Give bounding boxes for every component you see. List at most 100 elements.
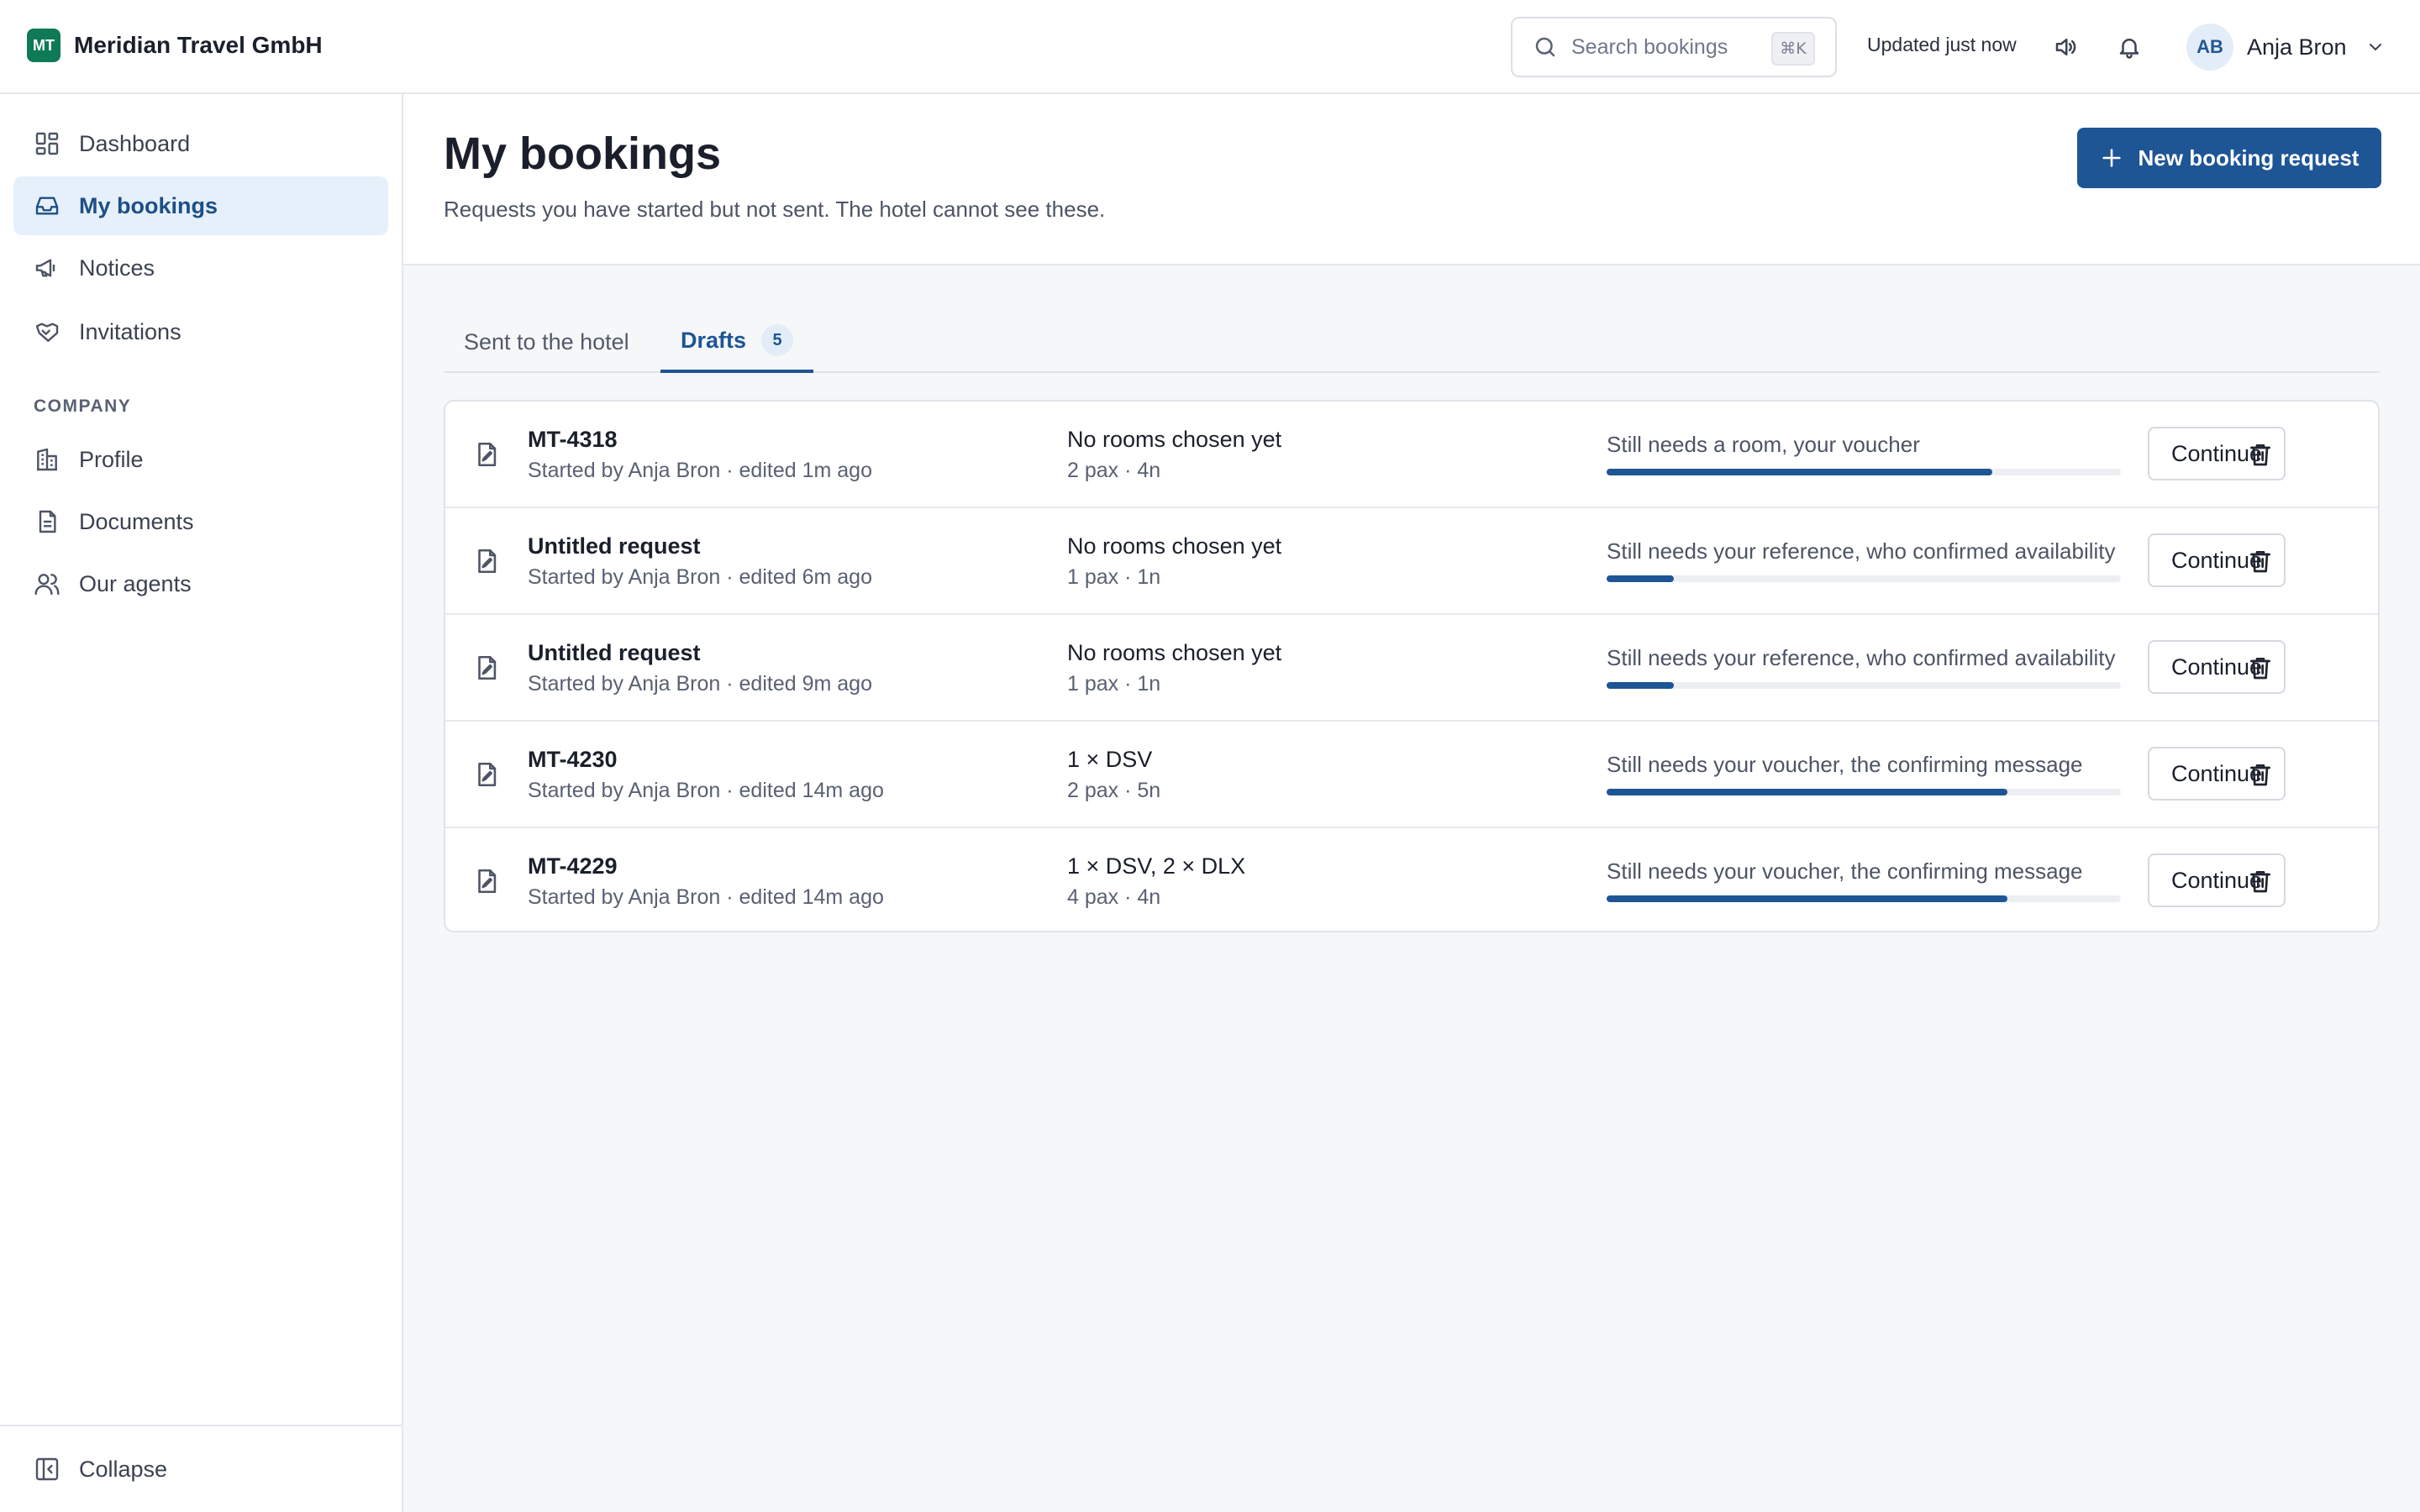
draft-row[interactable]: MT-4318 Started by Anja Bron · edited 1m… — [445, 402, 2378, 508]
sidebar-item-invitations[interactable]: Invitations — [13, 302, 388, 361]
avatar: AB — [2186, 24, 2233, 71]
draft-title: Untitled request — [528, 640, 701, 665]
draft-pax: 1 pax · 1n — [1067, 672, 1161, 696]
chevron-down-icon — [2369, 44, 2381, 50]
draft-row[interactable]: Untitled request Started by Anja Bron · … — [445, 508, 2378, 615]
sidebar-item-our-agents[interactable]: Our agents — [13, 554, 388, 613]
draft-pax: 1 pax · 1n — [1067, 565, 1161, 589]
draft-rooms: 1 × DSV, 2 × DLX — [1067, 853, 1246, 879]
top-bar: MT Meridian Travel GmbH Search bookings … — [0, 0, 2420, 94]
bell-icon — [2119, 39, 2139, 59]
draft-row[interactable]: MT-4229 Started by Anja Bron · edited 14… — [445, 828, 2378, 931]
page-title: My bookings — [444, 129, 722, 179]
search-icon — [1535, 37, 1555, 57]
drafts-list: MT-4318 Started by Anja Bron · edited 1m… — [444, 400, 2380, 932]
draft-meta: Started by Anja Bron · edited 6m ago — [528, 565, 872, 589]
draft-progress-bar — [1607, 575, 2121, 582]
draft-progress-fill — [1607, 895, 2008, 902]
tab-drafts[interactable]: Drafts 5 — [660, 311, 814, 373]
sidebar-item-documents[interactable]: Documents — [13, 492, 388, 551]
collapse-label: Collapse — [79, 1456, 168, 1482]
draft-rooms: No rooms chosen yet — [1067, 427, 1282, 452]
sound-button[interactable] — [2049, 30, 2082, 64]
inbox-icon — [35, 197, 59, 215]
draft-meta: Started by Anja Bron · edited 9m ago — [528, 672, 872, 696]
draft-missing-items: Still needs your reference, who confirme… — [1607, 538, 2116, 564]
building-icon — [37, 448, 57, 471]
user-menu[interactable]: AB Anja Bron — [2186, 24, 2386, 71]
trash-icon[interactable] — [2247, 440, 2274, 469]
sidebar-item-label: My bookings — [79, 192, 218, 218]
draft-document-icon — [478, 869, 497, 894]
collapse-button[interactable]: Collapse — [13, 1440, 388, 1499]
trash-icon[interactable] — [2247, 760, 2274, 789]
draft-title: MT-4229 — [528, 853, 618, 879]
brand[interactable]: MT Meridian Travel GmbH — [27, 29, 323, 62]
draft-pax: 2 pax · 4n — [1067, 459, 1161, 482]
trash-icon[interactable] — [2247, 547, 2274, 575]
megaphone-icon — [35, 259, 55, 277]
sidebar-item-dashboard[interactable]: Dashboard — [13, 114, 388, 173]
brand-logo: MT — [27, 29, 60, 62]
page-header: My bookings Requests you have started bu… — [403, 94, 2420, 265]
brand-name: Meridian Travel GmbH — [74, 32, 323, 58]
draft-progress-bar — [1607, 469, 2121, 475]
new-booking-request-label: New booking request — [2138, 144, 2360, 171]
draft-title: Untitled request — [528, 533, 701, 559]
new-booking-request-button[interactable]: New booking request — [2077, 128, 2381, 188]
draft-progress-fill — [1607, 682, 1674, 689]
users-icon — [34, 574, 60, 596]
tab-sent-to-the-hotel[interactable]: Sent to the hotel — [464, 311, 629, 373]
draft-progress-fill — [1607, 469, 1992, 475]
draft-rooms: 1 × DSV — [1067, 747, 1153, 772]
draft-document-icon — [478, 762, 497, 787]
draft-document-icon — [478, 442, 497, 467]
draft-row[interactable]: Untitled request Started by Anja Bron · … — [445, 615, 2378, 722]
draft-pax: 2 pax · 5n — [1067, 779, 1161, 802]
draft-missing-items: Still needs your reference, who confirme… — [1607, 645, 2116, 670]
sidebar-item-label: Documents — [79, 508, 194, 534]
trash-icon[interactable] — [2247, 654, 2274, 682]
notifications-button[interactable] — [2112, 30, 2146, 64]
draft-title: MT-4230 — [528, 747, 618, 772]
trash-icon[interactable] — [2247, 867, 2274, 895]
tab-label: Sent to the hotel — [464, 328, 629, 354]
speaker-icon — [2055, 39, 2076, 55]
draft-document-icon — [478, 549, 497, 574]
draft-meta: Started by Anja Bron · edited 14m ago — [528, 885, 884, 909]
sidebar-section-label: COMPANY — [34, 396, 132, 416]
tabs: Sent to the hotel Drafts 5 — [444, 311, 2380, 373]
sidebar-item-label: Our agents — [79, 570, 192, 596]
draft-meta: Started by Anja Bron · edited 14m ago — [528, 779, 884, 802]
draft-progress-bar — [1607, 895, 2121, 902]
draft-progress-fill — [1607, 789, 2008, 795]
sidebar-footer: Collapse — [0, 1425, 402, 1512]
draft-meta: Started by Anja Bron · edited 1m ago — [528, 459, 872, 482]
draft-document-icon — [478, 655, 497, 680]
sidebar-item-notices[interactable]: Notices — [13, 239, 388, 297]
page-subtitle: Requests you have started but not sent. … — [444, 197, 1106, 222]
search-placeholder: Search bookings — [1571, 34, 1728, 59]
draft-progress-bar — [1607, 682, 2121, 689]
sidebar-item-label: Dashboard — [79, 130, 191, 156]
document-icon — [39, 510, 56, 533]
collapse-icon — [35, 1457, 59, 1481]
sidebar-item-label: Profile — [79, 446, 144, 472]
sidebar: Dashboard My bookings Notices Invitation… — [0, 94, 403, 1512]
draft-rooms: No rooms chosen yet — [1067, 640, 1282, 665]
draft-title: MT-4318 — [528, 427, 618, 452]
drafts-count-badge: 5 — [761, 324, 794, 356]
sidebar-item-profile[interactable]: Profile — [13, 430, 388, 489]
draft-missing-items: Still needs your voucher, the confirming… — [1607, 858, 2083, 884]
draft-row[interactable]: MT-4230 Started by Anja Bron · edited 14… — [445, 722, 2378, 828]
draft-missing-items: Still needs a room, your voucher — [1607, 432, 1920, 457]
search-input[interactable]: Search bookings ⌘K — [1511, 17, 1837, 77]
dashboard-icon — [35, 132, 59, 155]
updated-status: Updated just now — [1867, 34, 2017, 55]
sidebar-item-my-bookings[interactable]: My bookings — [13, 176, 388, 235]
search-shortcut: ⌘K — [1771, 32, 1815, 66]
sidebar-item-label: Notices — [79, 255, 155, 281]
draft-progress-fill — [1607, 575, 1674, 582]
handshake-icon — [35, 323, 59, 342]
draft-missing-items: Still needs your voucher, the confirming… — [1607, 752, 2083, 777]
